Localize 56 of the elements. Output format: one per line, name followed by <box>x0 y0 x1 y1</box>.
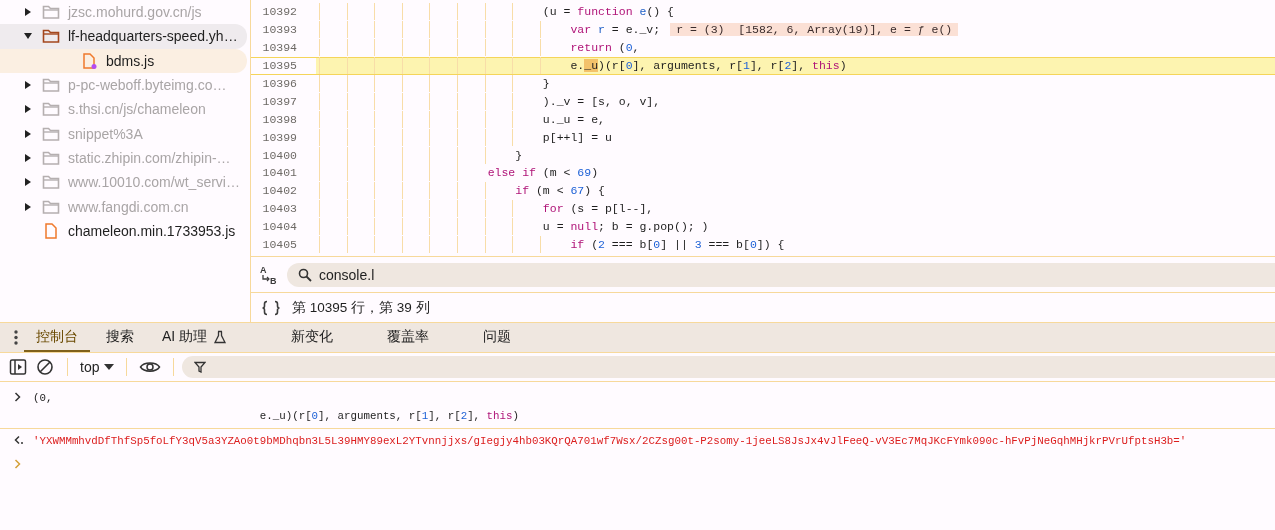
search-field[interactable]: console.l <box>287 262 1275 287</box>
return-arrow-icon <box>12 434 24 446</box>
search-icon <box>298 267 312 282</box>
folder-icon <box>42 77 60 94</box>
code-line: return (0, <box>569 41 640 55</box>
context-dropdown[interactable]: top <box>76 359 119 375</box>
inline-value: r = (3) [1582, 6, Array(19)], e = ƒ e() <box>670 23 959 37</box>
drawer-tab[interactable]: 问题 <box>471 323 524 352</box>
folder-icon <box>42 101 60 118</box>
code-line: } <box>514 148 523 162</box>
expand-arrow-icon[interactable] <box>24 202 32 211</box>
drawer-tab[interactable]: 控制台 <box>24 323 90 352</box>
result-value-text: 'YXWMMmhvdDfThfSp5foLfY3qV5a3YZAo0t9bMDhqbn3L5L39HMY89exL2YTvnnjjxs/gIegjy4hb03KQrQA701wf7Wsx/2CZsg00t-P2somy-1jeeLS8JsJx4vJlFeeQ-vV3Ec7MqJKcFYmk090c-hFvPjNeGqhMHjkrPVrUfptsH3b=' <box>33 434 1187 449</box>
code-line: for (s = p[l--], <box>541 202 654 216</box>
expand-arrow-icon[interactable] <box>24 32 32 41</box>
folder-icon <box>42 149 60 166</box>
flask-icon <box>213 329 228 344</box>
expand-arrow-icon[interactable] <box>24 8 32 17</box>
filter-icon <box>194 361 207 373</box>
code-line: e._u)(r[0], arguments, r[1], r[2], this) <box>569 59 847 73</box>
code-line: u = null; b = g.pop(); ) <box>541 220 709 234</box>
code-line: if (2 === b[0] || 3 === b[0]) { <box>569 238 785 251</box>
drawer-tab[interactable]: 搜索 <box>94 323 146 352</box>
drawer-tab[interactable]: 覆盖率 <box>375 323 442 352</box>
filter-field[interactable] <box>182 356 1275 378</box>
folder-icon <box>42 28 60 45</box>
drawer-tab[interactable]: 新变化 <box>279 323 346 352</box>
code-line: var r = e._v; <box>569 23 661 37</box>
tree-item[interactable]: chameleon.min.1733953.js <box>0 218 247 243</box>
code-line: p[++l] = u <box>541 130 612 144</box>
expand-arrow-icon[interactable] <box>24 178 32 187</box>
tree-item[interactable]: lf-headquarters-speed.yh… <box>0 24 247 49</box>
folder-icon <box>42 4 60 21</box>
code-line: (u = function e() { <box>541 5 674 19</box>
code-line: if (m < 67) { <box>514 184 605 198</box>
drawer-tab[interactable]: AI 助理 <box>150 323 240 352</box>
code-line: } <box>541 77 550 90</box>
cursor-position: 第 10395 行，第 39 列 <box>292 298 430 317</box>
folder-icon <box>42 125 60 142</box>
console-command-text: (0, e._u)(r[0], arguments, r[1], r[2], this) <box>33 391 519 424</box>
folder-icon <box>42 174 60 191</box>
braces-icon[interactable] <box>260 299 282 316</box>
code-line: else if (m < 69) <box>486 166 599 180</box>
clear-icon[interactable] <box>36 358 54 376</box>
expand-arrow-icon[interactable] <box>24 81 32 90</box>
expand-arrow-icon[interactable] <box>24 129 32 138</box>
file-icon <box>42 222 60 239</box>
sidebar-toggle-icon[interactable] <box>9 358 27 376</box>
code-line: u._u = e, <box>541 112 605 126</box>
tree-item[interactable]: bdms.js <box>0 48 247 73</box>
line-number: 10395 <box>251 57 316 74</box>
code-line: )._v = [s, o, v], <box>541 94 661 108</box>
expand-arrow-icon[interactable] <box>24 105 32 114</box>
caret-icon <box>104 363 115 371</box>
folder-icon <box>42 198 60 215</box>
expand-arrow-icon[interactable] <box>24 153 32 162</box>
